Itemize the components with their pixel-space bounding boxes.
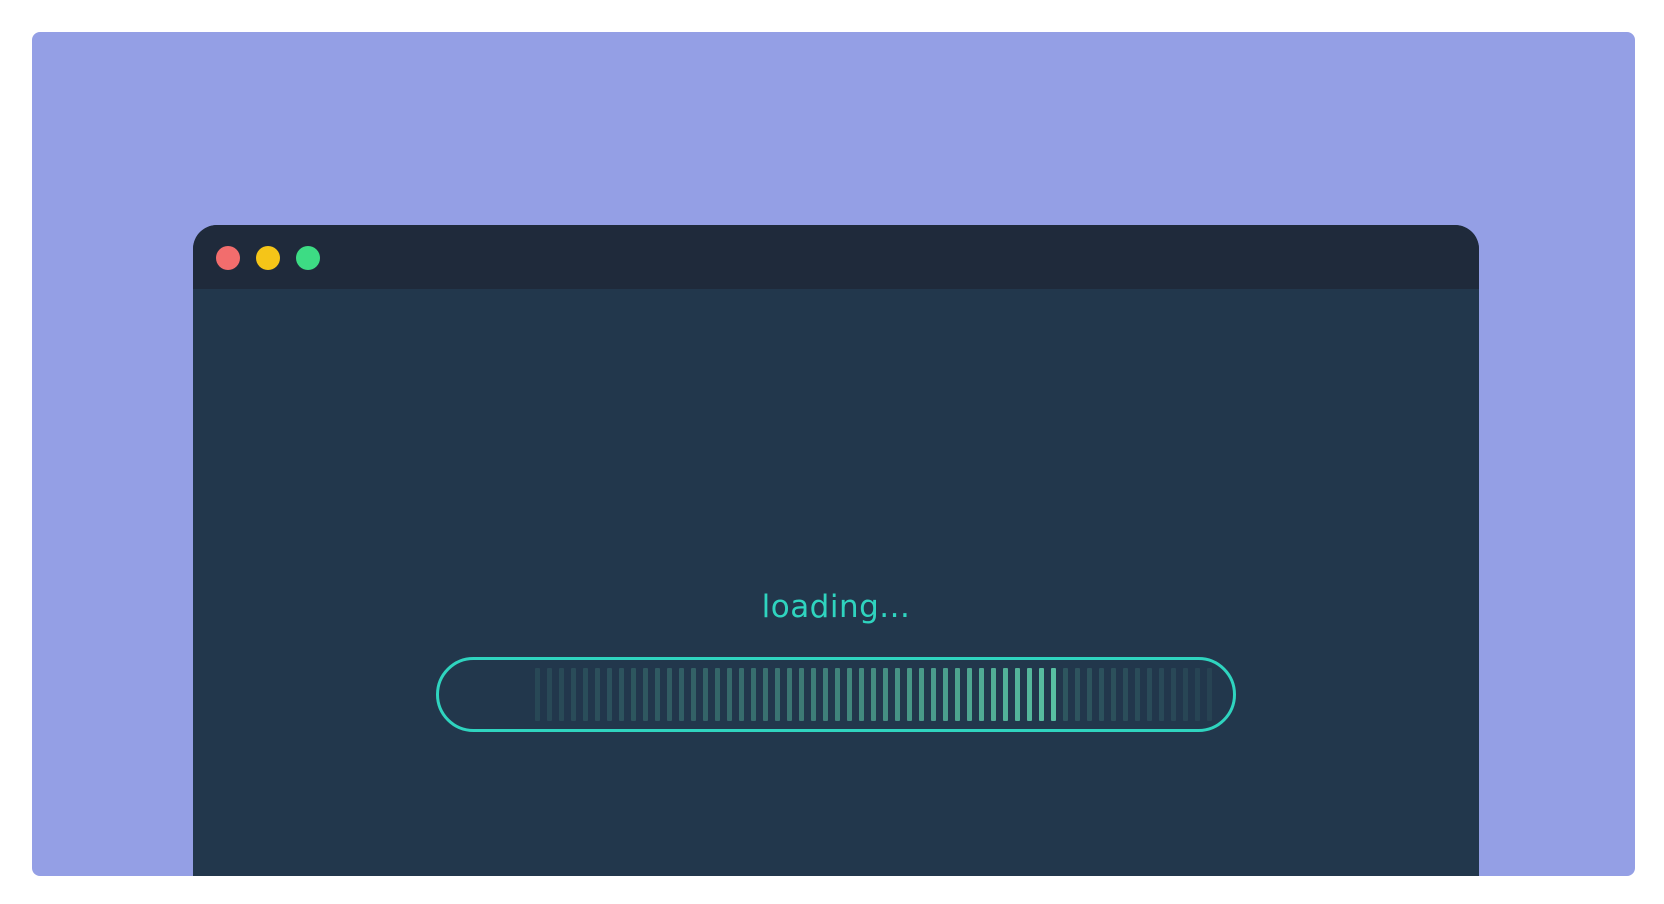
close-window-button[interactable] [216, 246, 240, 270]
progress-tick [1087, 668, 1092, 721]
progress-tick [1015, 668, 1020, 721]
progress-tick [679, 668, 684, 721]
progress-tick [763, 668, 768, 721]
app-window: loading... [193, 225, 1479, 876]
progress-tick [1147, 668, 1152, 721]
progress-tick [727, 668, 732, 721]
progress-tick [1195, 668, 1200, 721]
window-content: loading... [193, 289, 1479, 876]
progress-tick [703, 668, 708, 721]
progress-tick [799, 668, 804, 721]
progress-tick [1159, 668, 1164, 721]
progress-tick [595, 668, 600, 721]
progress-tick [655, 668, 660, 721]
progress-tick [835, 668, 840, 721]
progress-tick [775, 668, 780, 721]
progress-tick [1075, 668, 1080, 721]
progress-tick [1099, 668, 1104, 721]
progress-tick [943, 668, 948, 721]
progress-tick [1051, 668, 1056, 721]
progress-tick [1207, 668, 1212, 721]
progress-bar [436, 657, 1236, 732]
progress-tick [1003, 668, 1008, 721]
progress-tick [619, 668, 624, 721]
progress-tick [739, 668, 744, 721]
progress-tick [1135, 668, 1140, 721]
progress-tick [1063, 668, 1068, 721]
progress-tick [559, 668, 564, 721]
progress-tick [643, 668, 648, 721]
progress-tick [1111, 668, 1116, 721]
progress-tick [859, 668, 864, 721]
progress-tick [955, 668, 960, 721]
progress-tick [979, 668, 984, 721]
progress-tick [607, 668, 612, 721]
progress-tick [871, 668, 876, 721]
progress-tick [811, 668, 816, 721]
window-titlebar [193, 225, 1479, 289]
loading-label: loading... [761, 589, 911, 625]
progress-tick [823, 668, 828, 721]
progress-tick [583, 668, 588, 721]
progress-tick [895, 668, 900, 721]
progress-tick [847, 668, 852, 721]
progress-tick [1027, 668, 1032, 721]
progress-tick [547, 668, 552, 721]
progress-tick [991, 668, 996, 721]
progress-bar-fill [439, 660, 1233, 729]
progress-tick [691, 668, 696, 721]
progress-tick [1183, 668, 1188, 721]
progress-tick [535, 668, 540, 721]
progress-tick [751, 668, 756, 721]
progress-tick [571, 668, 576, 721]
background-canvas: loading... [32, 32, 1635, 876]
progress-tick [1123, 668, 1128, 721]
minimize-window-button[interactable] [256, 246, 280, 270]
progress-tick [787, 668, 792, 721]
progress-tick [631, 668, 636, 721]
progress-tick [715, 668, 720, 721]
progress-tick [667, 668, 672, 721]
maximize-window-button[interactable] [296, 246, 320, 270]
progress-tick [919, 668, 924, 721]
progress-tick [883, 668, 888, 721]
progress-tick [1171, 668, 1176, 721]
progress-tick [1039, 668, 1044, 721]
progress-tick [931, 668, 936, 721]
progress-tick [907, 668, 912, 721]
progress-tick [967, 668, 972, 721]
